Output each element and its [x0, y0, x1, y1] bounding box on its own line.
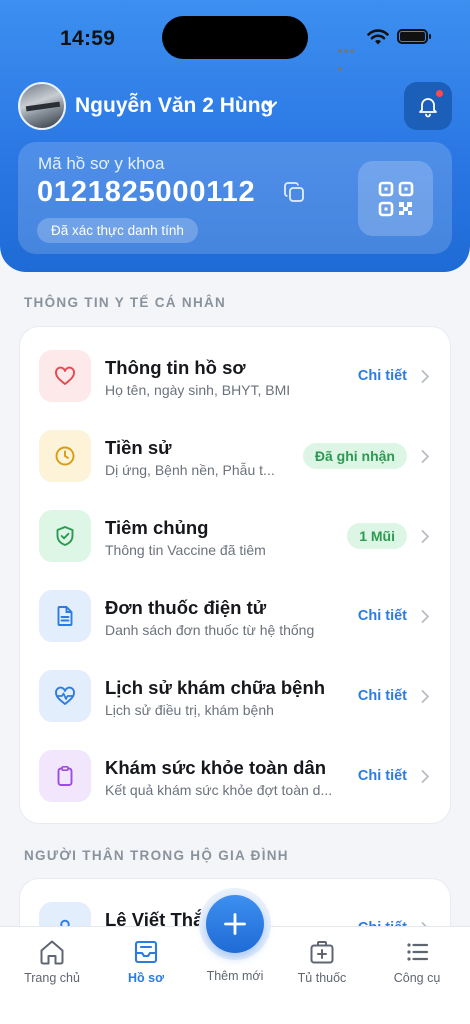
tab-home[interactable]: Trang chủ — [5, 937, 99, 993]
heart-icon — [39, 350, 91, 402]
add-new-button[interactable] — [206, 895, 264, 953]
record-number: 0121825000112 — [37, 176, 256, 208]
battery-icon — [397, 29, 431, 44]
item-subtitle: Họ tên, ngày sinh, BHYT, BMI — [105, 382, 291, 398]
shield-check-icon — [39, 510, 91, 562]
signal-icon — [338, 40, 360, 71]
item-title: Thông tin hồ sơ — [105, 357, 246, 378]
list-item-medical-history[interactable]: Tiền sử Dị ứng, Bệnh nền, Phẫu t... Đã g… — [20, 407, 452, 487]
detail-link[interactable]: Chi tiết — [358, 768, 407, 784]
detail-link[interactable]: Chi tiết — [358, 688, 407, 704]
item-subtitle: Kết quả khám sức khỏe đợt toàn d... — [105, 782, 333, 798]
tab-label: Trang chủ — [24, 971, 80, 985]
item-title: Khám sức khỏe toàn dân — [105, 757, 327, 778]
tab-label: Tủ thuốc — [297, 971, 347, 985]
section-title-personal: THÔNG TIN Y TẾ CÁ NHÂN — [24, 295, 227, 310]
verified-badge: Đã xác thực danh tính — [37, 218, 198, 243]
qr-code-icon — [378, 181, 413, 216]
chevron-down-icon[interactable] — [264, 98, 278, 112]
list-item-treatment-history[interactable]: Lịch sử khám chữa bệnh Lịch sử điều trị,… — [20, 647, 452, 727]
avatar[interactable] — [18, 82, 66, 130]
tab-tools[interactable]: Công cụ — [370, 937, 464, 993]
clipboard-icon — [39, 750, 91, 802]
detail-link[interactable]: Chi tiết — [358, 368, 407, 384]
status-bar: 14:59 — [0, 0, 470, 76]
wifi-icon — [367, 29, 389, 45]
tab-medicine-cabinet[interactable]: Tủ thuốc — [275, 937, 369, 993]
qr-code-button[interactable] — [358, 161, 433, 236]
document-icon — [39, 590, 91, 642]
item-title: Đơn thuốc điện tử — [105, 597, 267, 618]
item-subtitle: Danh sách đơn thuốc từ hệ thống — [105, 622, 315, 638]
tab-label: Thêm mới — [206, 969, 264, 983]
profile-header: 14:59 Nguyễn Văn 2 Hùng Mã hồ sơ y khoa … — [0, 0, 470, 272]
clock-icon — [39, 430, 91, 482]
tab-profile[interactable]: Hồ sơ — [99, 937, 193, 993]
medicine-cabinet-icon — [310, 941, 334, 964]
list-icon — [407, 943, 429, 961]
chevron-right-icon — [421, 770, 429, 783]
user-name[interactable]: Nguyễn Văn 2 Hùng — [75, 94, 273, 118]
list-item-vaccination[interactable]: Tiêm chủng Thông tin Vaccine đã tiêm 1 M… — [20, 487, 452, 567]
item-title: Tiêm chủng — [105, 517, 209, 538]
chevron-right-icon — [421, 690, 429, 703]
bell-icon — [419, 98, 437, 118]
status-badge: Đã ghi nhận — [302, 443, 407, 469]
item-title: Tiền sử — [105, 437, 172, 458]
chevron-right-icon — [421, 610, 429, 623]
list-item-profile-info[interactable]: Thông tin hồ sơ Họ tên, ngày sinh, BHYT,… — [20, 327, 452, 407]
detail-link[interactable]: Chi tiết — [358, 608, 407, 624]
medical-record-card: Mã hồ sơ y khoa 0121825000112 Đã xác thự… — [18, 142, 452, 254]
home-icon — [40, 940, 64, 965]
item-subtitle: Thông tin Vaccine đã tiêm — [105, 542, 266, 558]
list-item-e-prescription[interactable]: Đơn thuốc điện tử Danh sách đơn thuốc từ… — [20, 567, 452, 647]
profile-row: Nguyễn Văn 2 Hùng — [18, 82, 452, 130]
personal-info-list: Thông tin hồ sơ Họ tên, ngày sinh, BHYT,… — [19, 326, 451, 824]
list-item-health-checkup[interactable]: Khám sức khỏe toàn dân Kết quả khám sức … — [20, 727, 452, 807]
record-label: Mã hồ sơ y khoa — [38, 154, 165, 173]
heartbeat-icon — [39, 670, 91, 722]
notification-badge — [435, 89, 444, 98]
chevron-right-icon — [421, 370, 429, 383]
tab-label: Hồ sơ — [128, 971, 164, 985]
tab-label: Công cụ — [393, 971, 441, 985]
section-title-family: NGƯỜI THÂN TRONG HỘ GIA ĐÌNH — [24, 848, 289, 863]
dynamic-island — [162, 16, 308, 59]
chevron-right-icon — [421, 450, 429, 463]
status-time: 14:59 — [60, 27, 116, 50]
dose-badge: 1 Mũi — [347, 523, 407, 549]
chevron-right-icon — [421, 530, 429, 543]
copy-icon[interactable] — [282, 180, 306, 204]
item-subtitle: Lịch sử điều trị, khám bệnh — [105, 702, 274, 718]
item-title: Lịch sử khám chữa bệnh — [105, 677, 326, 698]
item-subtitle: Dị ứng, Bệnh nền, Phẫu t... — [105, 462, 275, 478]
notification-button[interactable] — [404, 82, 452, 130]
inbox-icon — [134, 940, 158, 964]
plus-icon — [224, 913, 246, 935]
tab-add-new[interactable]: Thêm mới — [188, 965, 282, 995]
